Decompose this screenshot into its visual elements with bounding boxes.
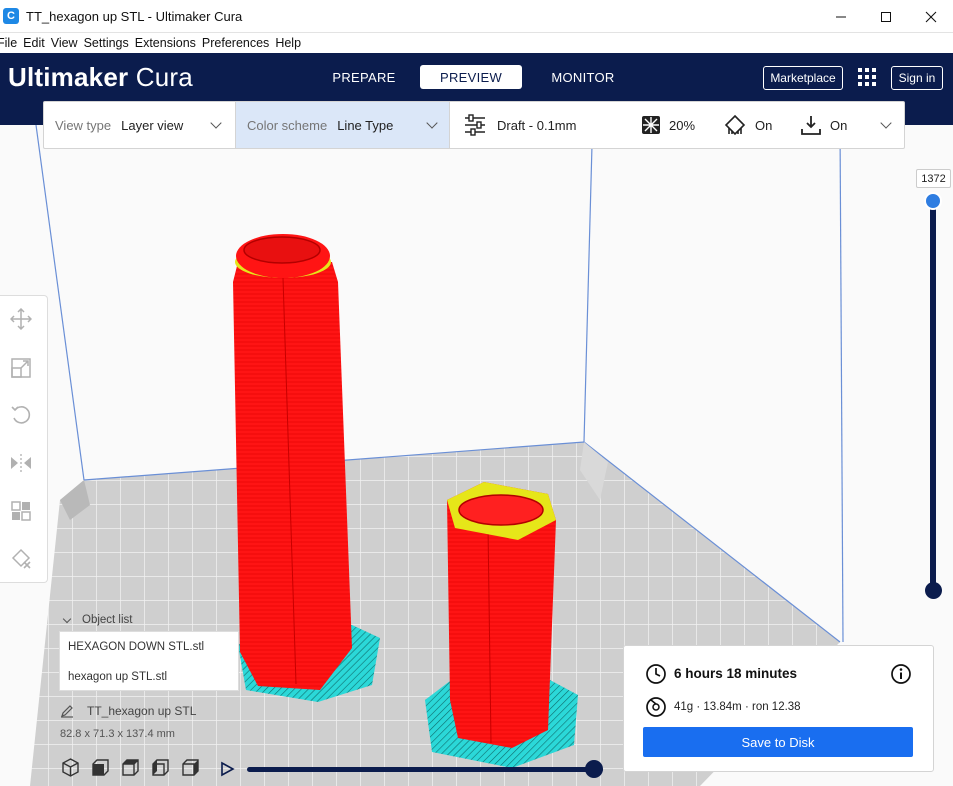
marketplace-button[interactable]: Marketplace <box>763 66 843 90</box>
adhesion-icon <box>801 116 821 135</box>
move-tool-icon[interactable] <box>10 308 32 330</box>
job-name-text: TT_hexagon up STL <box>87 704 197 718</box>
list-item[interactable]: HEXAGON DOWN STL.stl <box>68 641 204 653</box>
support-blocker-icon[interactable] <box>10 548 32 570</box>
object-list: HEXAGON DOWN STL.stl hexagon up STL.stl <box>59 631 239 691</box>
model-dimensions: 82.8 x 71.3 x 137.4 mm <box>60 728 175 740</box>
view-type-label: View type <box>55 117 112 133</box>
color-scheme-dropdown[interactable]: Color scheme Line Type <box>235 102 450 148</box>
print-time: 6 hours 18 minutes <box>674 666 798 681</box>
chevron-down-icon <box>880 117 892 129</box>
menu-bar: File Edit View Settings Extensions Prefe… <box>0 33 953 53</box>
per-model-settings-icon[interactable] <box>10 500 32 522</box>
title-bar: C TT_hexagon up STL - Ultimaker Cura <box>0 0 953 33</box>
chevron-down-icon <box>62 614 72 623</box>
object-list-toggle[interactable]: Object list <box>62 614 133 626</box>
view-top-icon[interactable] <box>120 757 141 778</box>
ultimaker-cura-logo: Ultimaker Cura <box>8 62 193 93</box>
support-icon <box>724 114 746 136</box>
maximize-button[interactable] <box>863 0 909 33</box>
color-scheme-label: Color scheme <box>247 117 328 133</box>
minimize-icon <box>836 16 846 17</box>
menu-extensions[interactable]: Extensions <box>135 36 199 50</box>
list-item[interactable]: hexagon up STL.stl <box>68 671 167 683</box>
logo-brand: Ultimaker <box>8 62 129 92</box>
pencil-icon <box>61 705 73 718</box>
sliders-icon <box>465 114 485 136</box>
view-front-icon[interactable] <box>90 757 111 778</box>
maximize-icon <box>881 11 891 22</box>
menu-preferences[interactable]: Preferences <box>202 36 272 50</box>
adhesion-value: On <box>830 118 848 133</box>
view-type-value: Layer view <box>121 117 184 133</box>
scale-tool-icon[interactable] <box>10 357 32 379</box>
cura-app-icon: C <box>3 8 19 24</box>
save-to-disk-button[interactable]: Save to Disk <box>643 727 913 757</box>
tall-object-walls <box>233 262 352 690</box>
short-object-top-opening <box>458 494 544 526</box>
chevron-down-icon <box>210 117 222 129</box>
close-icon <box>925 11 937 22</box>
minimize-button[interactable] <box>818 0 864 33</box>
tab-prepare[interactable]: PREPARE <box>322 65 406 89</box>
support-value: On <box>755 118 773 133</box>
path-slider-track[interactable] <box>247 767 603 772</box>
view-left-icon[interactable] <box>150 757 171 778</box>
applications-grid-icon[interactable] <box>858 68 876 86</box>
print-settings-selector[interactable]: Draft - 0.1mm 20% On On <box>450 102 906 148</box>
menu-edit[interactable]: Edit <box>23 36 48 50</box>
menu-settings[interactable]: Settings <box>84 36 132 50</box>
build-volume-edge <box>839 125 844 643</box>
chevron-down-icon <box>426 117 438 129</box>
layer-slider-lower-handle[interactable] <box>925 582 942 599</box>
clock-icon <box>646 664 666 684</box>
preview-toolbar: View type Layer view Color scheme Line T… <box>43 101 905 149</box>
menu-view[interactable]: View <box>51 36 81 50</box>
menu-file[interactable]: File <box>0 36 20 50</box>
play-icon[interactable] <box>219 761 235 777</box>
build-volume-edge <box>583 144 593 443</box>
rotate-tool-icon[interactable] <box>10 404 32 426</box>
layer-number-input[interactable]: 1372 <box>916 169 951 188</box>
tall-object-top-opening <box>243 236 321 264</box>
tab-monitor[interactable]: MONITOR <box>540 65 626 89</box>
job-name[interactable]: TT_hexagon up STL <box>60 704 196 718</box>
menu-help[interactable]: Help <box>275 36 304 50</box>
spool-icon <box>646 697 666 717</box>
layer-slider-upper-handle[interactable] <box>924 192 942 210</box>
tool-panel <box>0 295 48 583</box>
infill-icon <box>642 116 660 134</box>
infill-value: 20% <box>669 118 696 133</box>
profile-value: Draft - 0.1mm <box>497 118 577 133</box>
material-usage: 41g · 13.84m · ron 12.38 <box>674 701 801 713</box>
window-title: TT_hexagon up STL - Ultimaker Cura <box>26 9 243 24</box>
layer-slider-track[interactable] <box>930 204 936 590</box>
print-info-panel: 6 hours 18 minutes 41g · 13.84m · ron 12… <box>623 645 934 772</box>
view-3d-icon[interactable] <box>60 757 81 778</box>
path-slider-handle[interactable] <box>585 760 603 778</box>
object-list-title: Object list <box>82 614 133 626</box>
tab-preview[interactable]: PREVIEW <box>420 65 522 89</box>
mirror-tool-icon[interactable] <box>10 452 32 474</box>
close-button[interactable] <box>908 0 953 33</box>
info-icon[interactable] <box>890 663 912 685</box>
logo-product: Cura <box>135 62 193 92</box>
view-type-dropdown[interactable]: View type Layer view <box>44 102 235 148</box>
color-scheme-value: Line Type <box>337 117 394 133</box>
sign-in-button[interactable]: Sign in <box>891 66 943 90</box>
view-right-icon[interactable] <box>180 757 201 778</box>
